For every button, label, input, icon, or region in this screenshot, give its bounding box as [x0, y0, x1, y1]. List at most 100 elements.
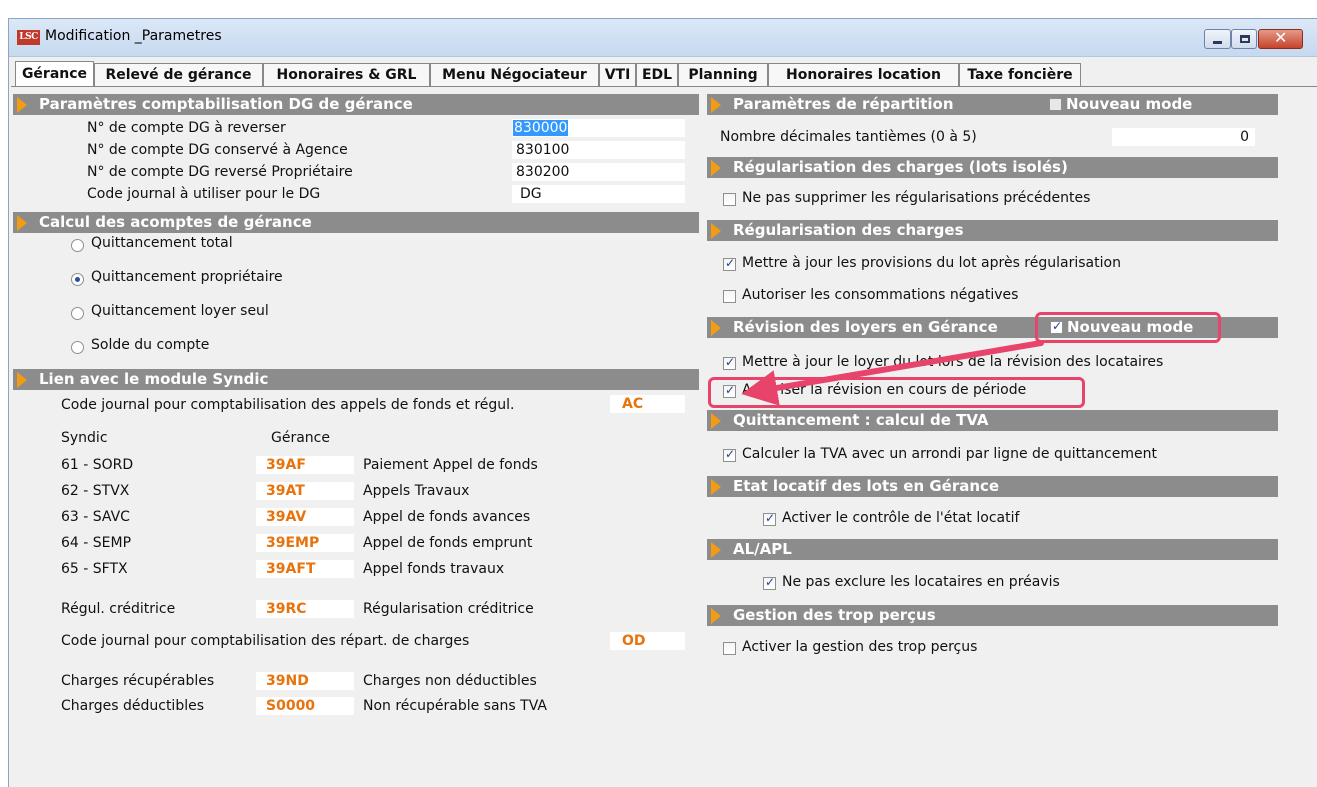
minimize-icon [1213, 41, 1222, 44]
syndic-row-label: 65 - SFTX [61, 561, 128, 577]
syndic-row-desc: Appel fonds travaux [363, 561, 505, 577]
checkbox-label: Activer le contrôle de l'état locatif [782, 510, 1020, 526]
section-arrow-icon [711, 97, 721, 113]
title-bar[interactable]: LSC Modification _Parametres ✕ [9, 19, 1317, 57]
revision-maj-loyer-checkbox[interactable] [723, 355, 736, 370]
syndic-row-desc: Appel de fonds emprunt [363, 535, 533, 551]
repart-journal-label: Code journal pour comptabilisation des r… [61, 633, 470, 649]
regul-desc: Régularisation créditrice [363, 601, 534, 617]
section-header-acomptes: Calcul des acomptes de gérance [13, 212, 699, 233]
syndic-row-desc: Appel de fonds avances [363, 509, 531, 525]
dg-row-label: Code journal à utiliser pour le DG [87, 186, 321, 202]
syndic-row-label: 63 - SAVC [61, 509, 130, 525]
section-header-dg: Paramètres comptabilisation DG de géranc… [13, 94, 699, 115]
section-header-al-apl: AL/APL [707, 539, 1278, 560]
section-arrow-icon [711, 413, 721, 429]
section-arrow-icon [17, 215, 27, 231]
section-arrow-icon [711, 223, 721, 239]
syndic-row-label: 62 - STVX [61, 483, 130, 499]
regul-conso-negatives-checkbox[interactable] [723, 290, 736, 303]
syndic-code-field[interactable]: 39EMP [255, 533, 355, 553]
radio-label: Quittancement total [91, 235, 233, 251]
tab-gerance[interactable]: Gérance [15, 61, 94, 88]
app-logo-icon: LSC [17, 30, 40, 45]
checkbox-label: Calculer la TVA avec un arrondi par lign… [742, 446, 1157, 462]
dg-row-label: N° de compte DG reversé Propriétaire [87, 164, 353, 180]
al-apl-preavis-checkbox[interactable] [763, 575, 776, 590]
regul-code-field[interactable]: 39RC [255, 599, 355, 619]
section-arrow-icon [711, 320, 721, 336]
tab-planning[interactable]: Planning [678, 63, 768, 87]
radio-label: Quittancement propriétaire [91, 269, 283, 285]
repartition-nouveau-mode-label: Nouveau mode [1066, 95, 1193, 113]
window-title: Modification _Parametres [45, 28, 222, 44]
dg-agence-field[interactable]: 830100 [511, 140, 686, 160]
radio-solde-compte[interactable] [71, 341, 84, 354]
syndic-journal-field[interactable]: AC [609, 394, 686, 414]
section-arrow-icon [711, 479, 721, 495]
tva-arrondi-checkbox[interactable] [723, 447, 736, 462]
dg-row-label: N° de compte DG conservé à Agence [87, 142, 348, 158]
syndic-row-label: 64 - SEMP [61, 535, 132, 551]
tab-menu-negociateur[interactable]: Menu Négociateur [430, 63, 599, 87]
checkbox-label: Ne pas exclure les locataires en préavis [782, 574, 1060, 590]
charges-code-field[interactable]: 39ND [255, 671, 355, 691]
dg-reverser-field[interactable]: 830000 [511, 118, 686, 138]
charges-code-field[interactable]: S0000 [255, 696, 355, 716]
syndic-row-label: 61 - SORD [61, 457, 134, 473]
syndic-code-field[interactable]: 39AV [255, 507, 355, 527]
syndic-code-field[interactable]: 39AT [255, 481, 355, 501]
decimals-field[interactable]: 0 [1111, 127, 1256, 147]
syndic-code-field[interactable]: 39AFT [255, 559, 355, 579]
regul-isoles-checkbox[interactable] [723, 193, 736, 206]
tab-honoraires-grl[interactable]: Honoraires & GRL [263, 63, 430, 87]
maximize-icon [1240, 35, 1250, 43]
dg-proprietaire-field[interactable]: 830200 [511, 162, 686, 182]
col-syndic-header: Syndic [61, 430, 108, 446]
decimals-label: Nombre décimales tantièmes (0 à 5) [720, 129, 977, 145]
syndic-code-field[interactable]: 39AF [255, 455, 355, 475]
charges-desc: Charges non déductibles [363, 673, 537, 689]
tab-edl[interactable]: EDL [636, 63, 678, 87]
repart-journal-field[interactable]: OD [609, 631, 686, 651]
checkbox-label: Mettre à jour les provisions du lot aprè… [742, 255, 1121, 271]
close-icon: ✕ [1274, 28, 1288, 47]
section-arrow-icon [711, 542, 721, 558]
maximize-button[interactable] [1231, 29, 1257, 49]
section-header-syndic: Lien avec le module Syndic [13, 369, 699, 390]
tab-honoraires-location[interactable]: Honoraires location [768, 63, 959, 87]
section-arrow-icon [711, 160, 721, 176]
radio-quittancement-total[interactable] [71, 239, 84, 252]
col-gerance-header: Gérance [271, 430, 330, 446]
syndic-journal-label: Code journal pour comptabilisation des a… [61, 397, 515, 413]
charges-label: Charges déductibles [61, 698, 205, 714]
charges-label: Charges récupérables [61, 673, 215, 689]
section-header-regul: Régularisation des charges [707, 220, 1278, 241]
checkbox-label: Activer la gestion des trop perçus [742, 639, 978, 655]
trop-percus-checkbox[interactable] [723, 642, 736, 655]
charges-desc: Non récupérable sans TVA [363, 698, 547, 714]
checkbox-label: Autoriser les consommations négatives [742, 287, 1019, 303]
regul-provisions-checkbox[interactable] [723, 256, 736, 271]
close-button[interactable]: ✕ [1258, 28, 1303, 49]
section-header-trop-percus: Gestion des trop perçus [707, 605, 1278, 626]
repartition-nouveau-mode-checkbox[interactable] [1049, 98, 1062, 111]
checkbox-label: Ne pas supprimer les régularisations pré… [742, 190, 1091, 206]
minimize-button[interactable] [1204, 29, 1231, 49]
highlight-revision-en-cours [708, 377, 1085, 408]
section-arrow-icon [17, 372, 27, 388]
checkbox-label: Mettre à jour le loyer du lot lors de la… [742, 354, 1164, 370]
tab-releve-gerance[interactable]: Relevé de gérance [94, 63, 263, 87]
tab-taxe-fonciere[interactable]: Taxe foncière [959, 63, 1081, 87]
section-arrow-icon [17, 97, 27, 113]
etat-locatif-checkbox[interactable] [763, 511, 776, 526]
radio-quittancement-loyer-seul[interactable] [71, 307, 84, 320]
radio-label: Quittancement loyer seul [91, 303, 269, 319]
section-header-etat-locatif: Etat locatif des lots en Gérance [707, 476, 1278, 497]
tab-strip: Gérance Relevé de gérance Honoraires & G… [9, 61, 1317, 88]
dg-journal-field[interactable]: DG [511, 184, 686, 204]
radio-quittancement-proprietaire[interactable] [71, 273, 84, 286]
section-arrow-icon [711, 608, 721, 624]
tab-vti[interactable]: VTI [599, 63, 636, 87]
syndic-row-desc: Appels Travaux [363, 483, 470, 499]
